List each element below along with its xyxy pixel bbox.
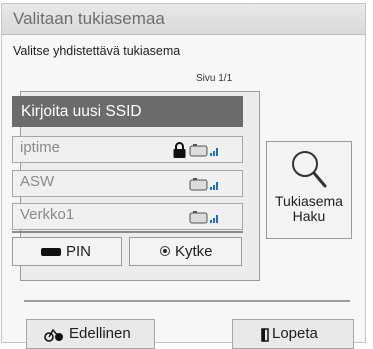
exit-button[interactable]: Lopeta [232,319,354,349]
ap-item-verkko1[interactable]: Verkko1 [12,203,243,230]
connect-label: Kytke [175,243,213,260]
connect-button[interactable]: Kytke [129,237,242,266]
search-label: Tukiasema Haku [267,194,351,224]
ap-selection-dialog: Valitaan tukiasemaa Valitse yhdistettävä… [1,3,366,349]
pin-label: PIN [66,243,92,260]
dialog-subtitle: Valitse yhdistettävä tukiasema [13,44,181,58]
magnifier-icon [292,151,327,188]
wifi-signal-icon [189,144,218,157]
ap-name: ASW [20,173,55,190]
key-icon [41,248,61,256]
search-label-line2: Haku [292,208,326,224]
door-icon [261,328,269,342]
ap-name: iptime [20,139,61,156]
previous-label: Edellinen [69,325,131,342]
ap-search-button[interactable]: Tukiasema Haku [266,141,352,239]
wifi-signal-icon [189,211,218,224]
page-indicator: Sivu 1/1 [196,73,233,84]
lock-icon [173,142,186,158]
footer-divider [24,300,350,302]
wifi-signal-icon [189,178,218,191]
exit-label: Lopeta [272,325,318,342]
radio-icon [160,246,170,256]
pin-button[interactable]: PIN [12,237,122,266]
search-label-line1: Tukiasema [275,193,343,209]
back-icon [44,328,63,342]
dialog-title: Valitaan tukiasemaa [13,9,165,28]
title-bar: Valitaan tukiasemaa [2,4,365,35]
ap-item-asw[interactable]: ASW [12,170,243,197]
ap-name: Verkko1 [20,206,75,223]
list-divider [12,231,243,233]
previous-button[interactable]: Edellinen [26,319,155,349]
new-ssid-item[interactable]: Kirjoita uusi SSID [12,96,243,127]
ap-item-iptime[interactable]: iptime [12,136,243,163]
